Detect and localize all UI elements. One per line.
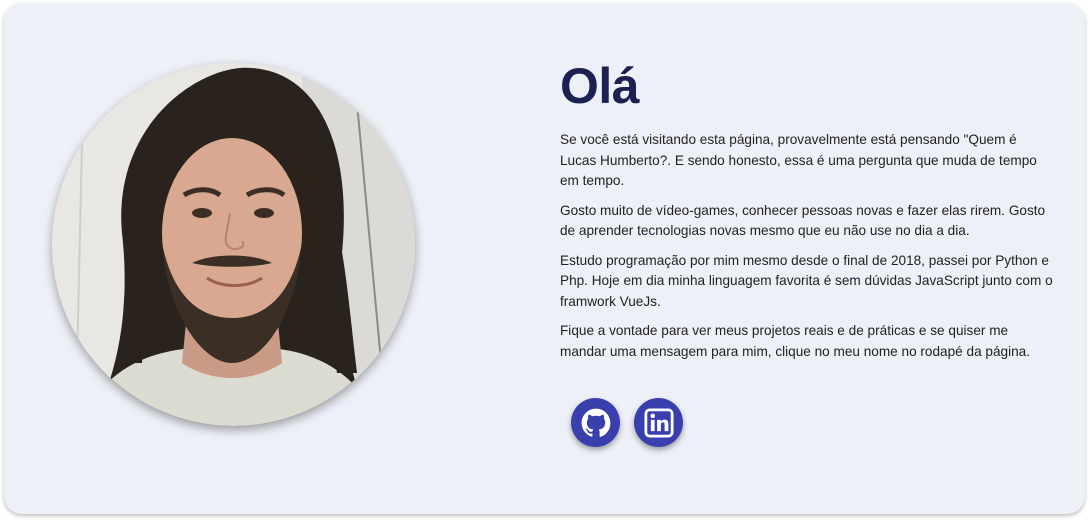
github-icon xyxy=(581,408,610,437)
about-paragraph: Se você está visitando esta página, prov… xyxy=(560,132,1037,188)
about-section: Olá Se você está visitando esta página, … xyxy=(560,56,1055,371)
github-link-button[interactable] xyxy=(571,398,620,447)
page-title: Olá xyxy=(560,58,640,114)
profile-photo xyxy=(52,63,415,426)
about-paragraph: Fique a vontade para ver meus projetos r… xyxy=(560,323,1031,359)
about-paragraph: Estudo programação por mim mesmo desde o… xyxy=(560,252,1053,309)
about-card: Olá Se você está visitando esta página, … xyxy=(4,3,1085,514)
social-links xyxy=(571,398,683,447)
linkedin-link-button[interactable] xyxy=(634,398,683,447)
about-text: Se você está visitando esta página, prov… xyxy=(560,130,1055,362)
linkedin-icon xyxy=(644,408,673,437)
about-paragraph: Gosto muito de vídeo-games, conhecer pes… xyxy=(560,202,1046,239)
